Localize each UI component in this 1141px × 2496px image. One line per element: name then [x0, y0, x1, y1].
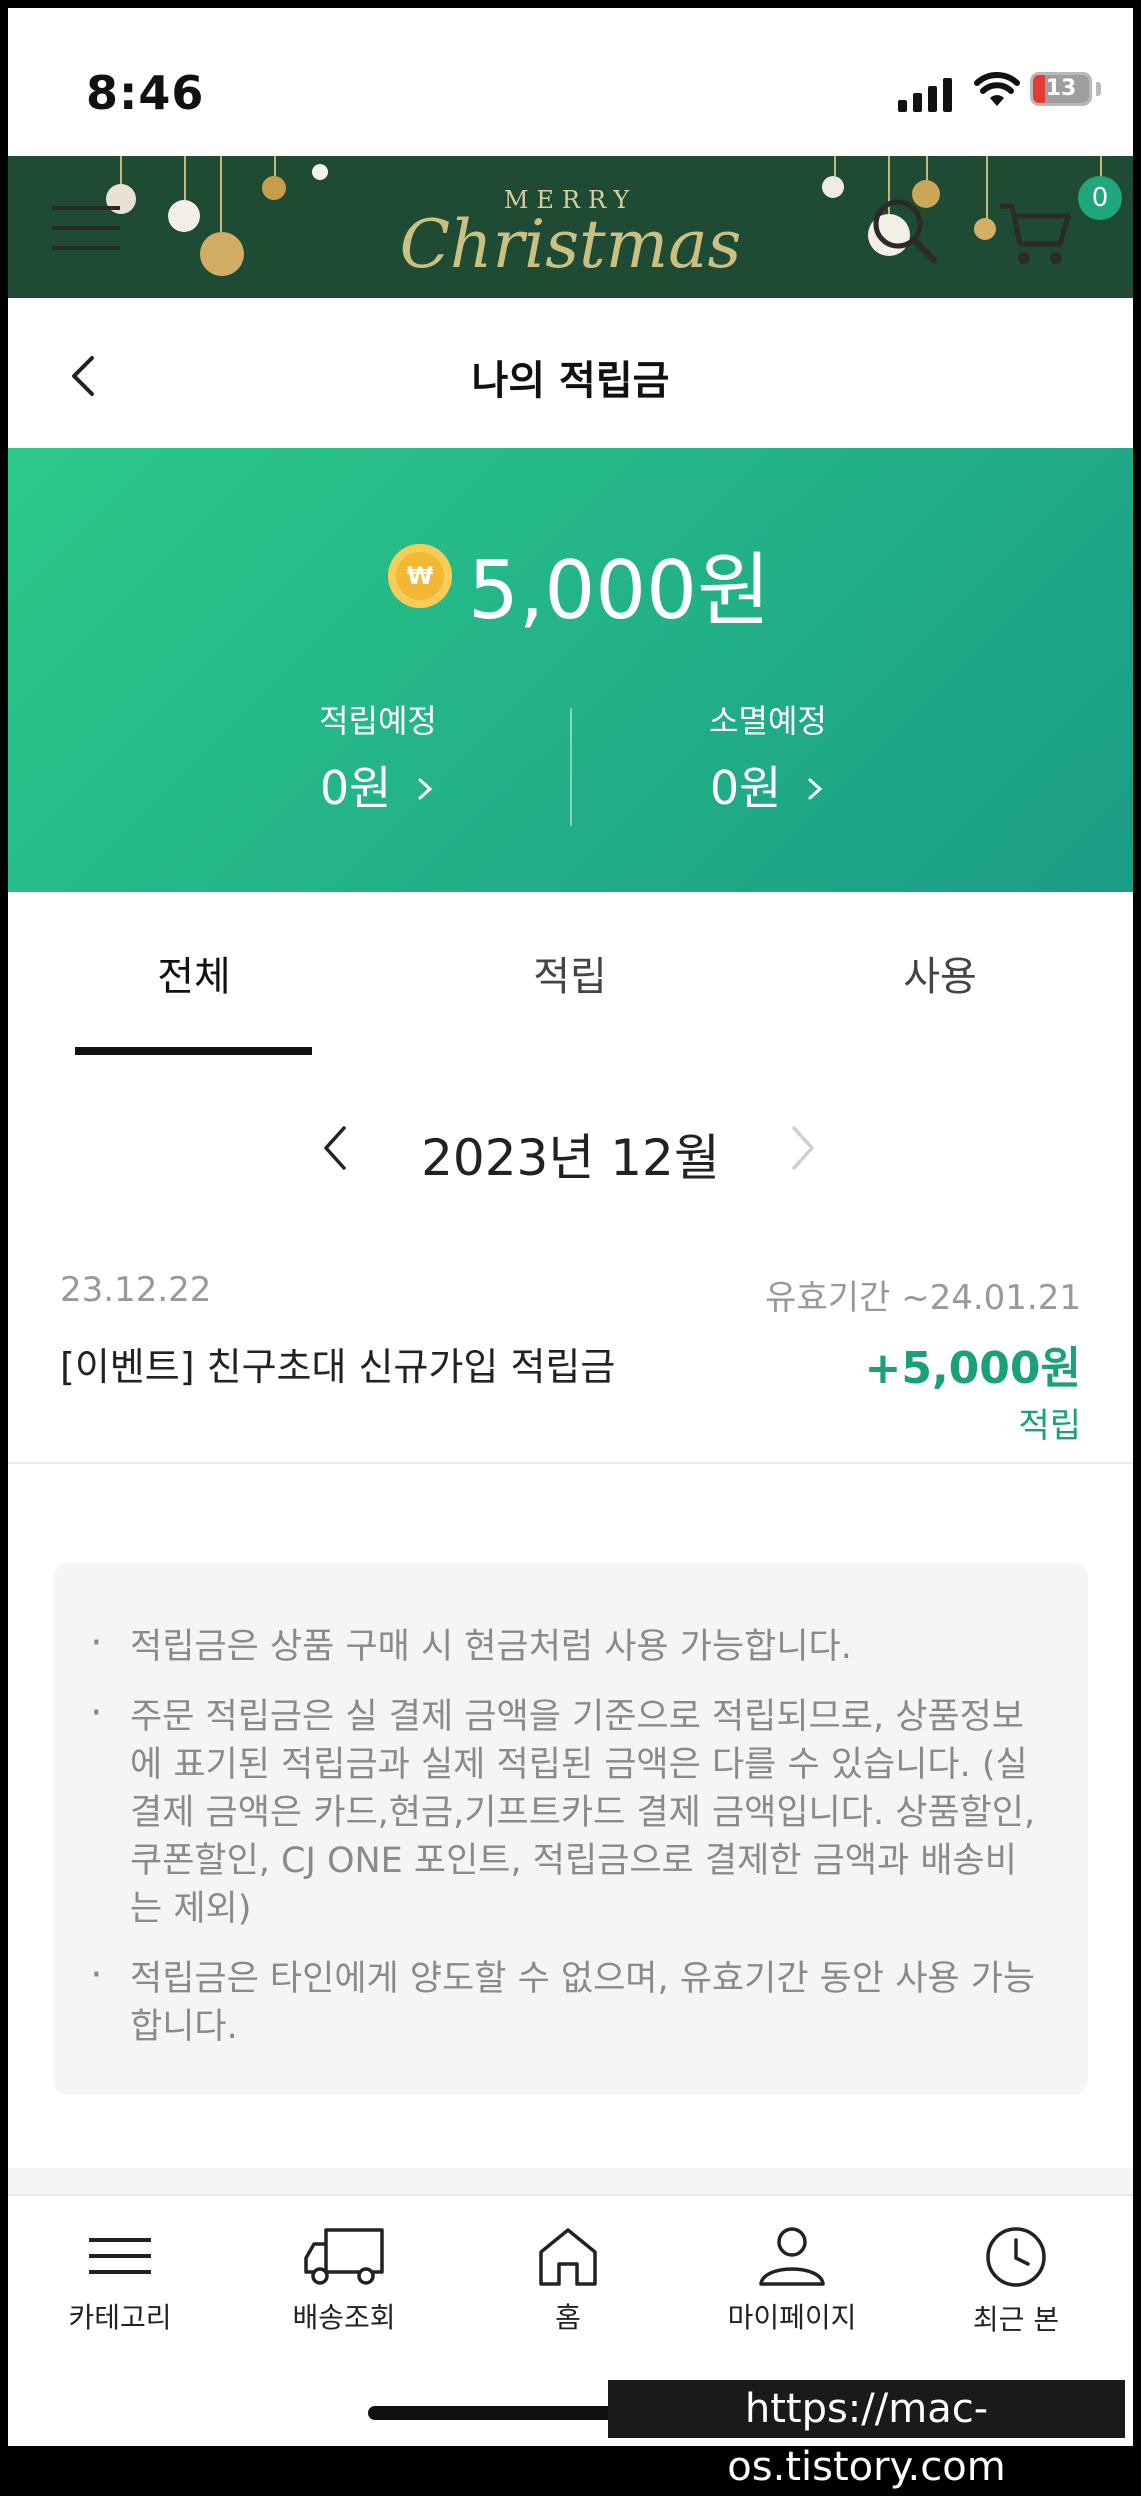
page-header: 나의 적립금 — [8, 298, 1133, 448]
nav-home[interactable]: 홈 — [468, 2226, 668, 2336]
app-screen: 8:46 13 MERRY Christmas 0 나의 적립금 ₩ 5,000… — [8, 8, 1133, 2446]
tab-all[interactable]: 전체 — [74, 944, 314, 1002]
status-time: 8:46 — [86, 66, 205, 120]
status-bar: 8:46 13 — [8, 8, 1133, 156]
battery-icon: 13 — [1030, 72, 1092, 106]
home-icon — [539, 2228, 597, 2286]
transaction-expiry: 유효기간 ~24.01.21 — [765, 1278, 1081, 1318]
tab-earned[interactable]: 적립 — [450, 944, 690, 1002]
expiring-points-value-link[interactable]: 0원 — [638, 752, 898, 818]
pending-points-label: 적립예정 — [319, 702, 437, 740]
nav-category[interactable]: 카테고리 — [20, 2226, 220, 2336]
won-coin-icon: ₩ — [388, 544, 452, 608]
notice-item: 주문 적립금은 실 결제 금액을 기준으로 적립되므로, 상품정보에 표기된 적… — [90, 1689, 1048, 1933]
battery-nub — [1096, 82, 1101, 96]
christmas-banner: MERRY Christmas 0 — [8, 156, 1133, 298]
nav-delivery-label: 배송조회 — [292, 2301, 396, 2334]
chevron-right-icon — [418, 778, 433, 800]
current-month-label: 2023년 12월 — [421, 1129, 720, 1187]
nav-mypage-label: 마이페이지 — [727, 2301, 857, 2334]
person-icon — [759, 2227, 825, 2286]
expiring-points-label: 소멸예정 — [709, 702, 827, 740]
pending-points: 적립예정 0원 — [248, 696, 508, 818]
cellular-signal-icon — [898, 78, 952, 112]
notice-item: 적립금은 타인에게 양도할 수 없으며, 유효기간 동안 사용 가능합니다. — [90, 1951, 1048, 2051]
cart-count-badge: 0 — [1078, 176, 1122, 220]
history-tabs: 전체 적립 사용 — [8, 892, 1133, 1060]
clock-icon — [986, 2227, 1046, 2287]
nav-category-label: 카테고리 — [68, 2301, 172, 2334]
truck-icon — [304, 2228, 384, 2285]
next-month-icon[interactable] — [784, 1122, 820, 1174]
active-tab-indicator — [75, 1047, 312, 1055]
transaction-amount: +5,000원 — [864, 1343, 1081, 1394]
expiring-points-value: 0원 — [709, 761, 782, 815]
menu-icon — [89, 2238, 151, 2274]
nav-home-label: 홈 — [555, 2301, 581, 2334]
balance-amount: 5,000원 — [468, 544, 771, 637]
transaction-type: 적립 — [1018, 1406, 1081, 1446]
notice-item: 적립금은 상품 구매 시 현금처럼 사용 가능합니다. — [90, 1619, 1048, 1671]
banner-christmas-text: Christmas — [399, 206, 742, 283]
month-navigator: 2023년 12월 — [8, 1058, 1133, 1228]
chevron-right-icon — [808, 778, 823, 800]
pending-points-value-link[interactable]: 0원 — [248, 752, 508, 818]
pending-points-value: 0원 — [319, 761, 392, 815]
transaction-name: [이벤트] 친구초대 신규가입 적립금 — [60, 1345, 616, 1389]
nav-recent-label: 최근 본 — [972, 2303, 1060, 2336]
points-notice-box: 적립금은 상품 구매 시 현금처럼 사용 가능합니다. 주문 적립금은 실 결제… — [54, 1563, 1088, 2095]
nav-recent[interactable]: 최근 본 — [916, 2226, 1116, 2338]
nav-mypage[interactable]: 마이페이지 — [692, 2226, 892, 2336]
page-title: 나의 적립금 — [471, 358, 670, 404]
cart-icon[interactable] — [998, 200, 1072, 270]
search-icon[interactable] — [870, 196, 940, 266]
nav-delivery[interactable]: 배송조회 — [244, 2226, 444, 2336]
hamburger-menu-icon[interactable] — [52, 204, 122, 254]
list-item: 23.12.22 유효기간 ~24.01.21 [이벤트] 친구초대 신규가입 … — [8, 1226, 1133, 1464]
watermark-url: https://mac-os.tistory.com — [608, 2380, 1125, 2490]
balance-divider — [570, 708, 572, 826]
points-balance-card: ₩ 5,000원 적립예정 0원 소멸예정 0원 — [8, 448, 1133, 892]
wifi-icon — [974, 72, 1020, 106]
expiring-points: 소멸예정 0원 — [638, 696, 898, 818]
tab-used[interactable]: 사용 — [820, 944, 1060, 1002]
transaction-date: 23.12.22 — [60, 1270, 212, 1310]
